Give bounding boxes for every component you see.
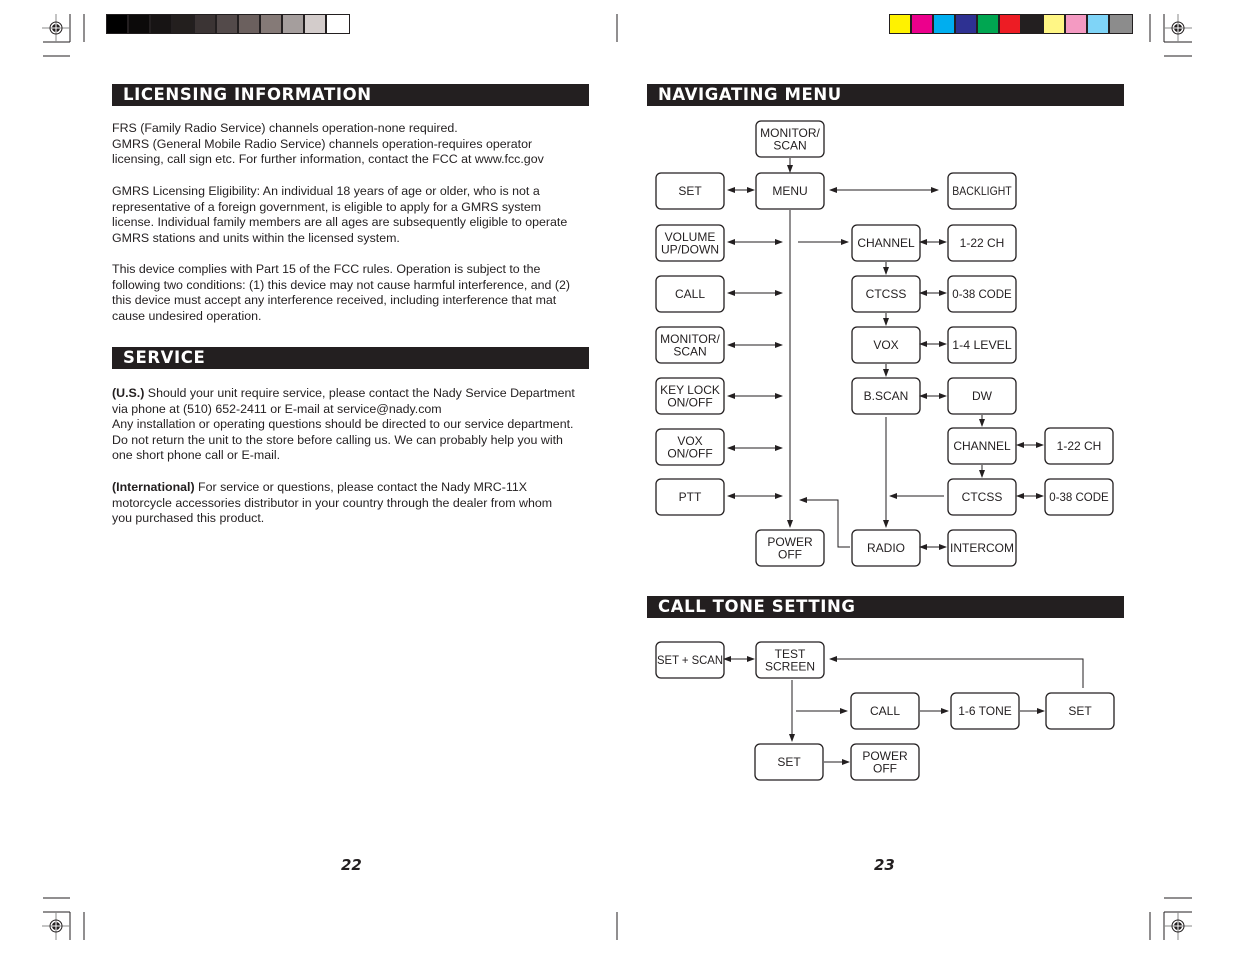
flow-node-label: SET [777,755,801,769]
flow-node-label: CHANNEL [857,236,915,250]
flow-node-label: 1-22 CH [1057,439,1102,453]
flow-node-label: B.SCAN [864,389,909,403]
flow-node-label: DW [972,389,993,403]
flow-node-label: CALL [870,704,900,718]
flow-node-label: VOX [873,338,898,352]
flow-node-label: UP/DOWN [661,242,719,256]
flow-connector [829,656,1084,688]
flow-node-label: SET [1068,704,1092,718]
flow-node-label: 1-4 LEVEL [952,338,1012,352]
flow-node-label: OFF [873,761,897,775]
flow-node-label: CHANNEL [953,439,1011,453]
flow-node-label: CTCSS [962,490,1003,504]
flow-node-label: ON/OFF [667,446,712,460]
page-number-right: 23 [874,856,895,874]
flow-node-label: MENU [772,184,807,198]
flow-node-label: OFF [778,547,802,561]
flow-node-label: BACKLIGHT [952,184,1012,198]
flow-node-label: SCAN [773,138,806,152]
flow-node-label: PTT [679,490,702,504]
flow-node-label: 1-22 CH [960,236,1005,250]
flow-node-label: CALL [675,287,705,301]
flow-node-label: SET [678,184,702,198]
flow-node-label: SCAN [673,344,706,358]
flow-node-label: 1-6 TONE [958,704,1012,718]
flow-node-label: SET + SCAN [657,653,723,667]
navigating-menu-diagram: MONITOR/SCANSET MENU BACKLIGHTVOLUMEUP/DOW… [655,120,1115,781]
flow-node-label: 0-38 CODE [952,287,1011,301]
flow-node-label: ON/OFF [667,395,712,409]
flow-node-label: 0-38 CODE [1049,490,1108,504]
flow-node-label: SCREEN [765,659,815,673]
flow-node-label: INTERCOM [950,541,1014,555]
flow-node-label: CTCSS [866,287,907,301]
flow-node-label: RADIO [867,541,905,555]
call-tone-setting-header: CALL TONE SETTING [647,596,1124,618]
